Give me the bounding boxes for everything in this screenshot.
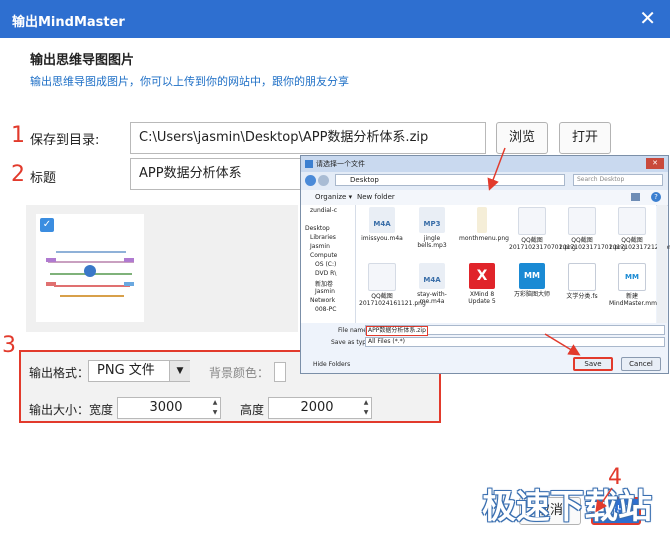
arrow-to-save — [544, 333, 581, 356]
arrow-to-address — [487, 147, 506, 191]
arrow-to-export — [595, 487, 613, 513]
annotation-arrows — [487, 147, 613, 513]
